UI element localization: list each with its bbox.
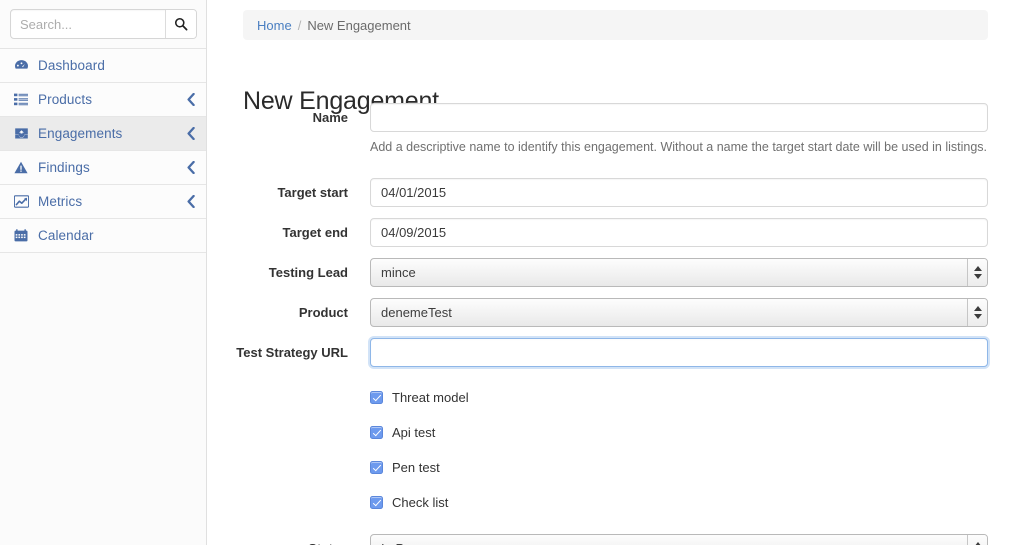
sidebar-item-findings[interactable]: Findings (0, 151, 206, 185)
inbox-icon (14, 127, 31, 140)
sidebar-search-area (0, 0, 206, 48)
testing-lead-select[interactable]: mince (370, 257, 988, 287)
form-row-product: Product denemeTest (207, 297, 1024, 327)
search-button[interactable] (164, 10, 196, 38)
search-input[interactable] (11, 10, 165, 38)
form-row-target-end: Target end (207, 217, 1024, 247)
checkbox-row-pen-test[interactable]: Pen test (370, 458, 988, 478)
sidebar: Dashboard Products (0, 0, 207, 545)
checkboxes-label-spacer (207, 388, 348, 395)
search-group[interactable] (10, 9, 197, 39)
target-start-label: Target start (277, 184, 348, 200)
dashboard-icon (14, 59, 31, 72)
threat-model-checkbox[interactable] (370, 391, 383, 405)
breadcrumb-separator: / (297, 17, 302, 33)
main-content: Home / New Engagement New Engagement Nam… (207, 0, 1024, 545)
calendar-icon (14, 229, 31, 242)
breadcrumb: Home / New Engagement (243, 10, 988, 40)
api-test-label[interactable]: Api test (392, 425, 435, 440)
target-end-input[interactable] (370, 217, 988, 247)
sidebar-item-label: Engagements (38, 126, 123, 141)
check-list-label[interactable]: Check list (392, 495, 448, 510)
name-help-text: Add a descriptive name to identify this … (370, 140, 988, 154)
target-start-input[interactable] (370, 177, 988, 207)
warning-icon (14, 161, 31, 174)
product-value: denemeTest (381, 304, 452, 320)
form-row-checkboxes: Threat model Api test Pen test Check lis… (207, 388, 1024, 513)
test-strategy-url-input[interactable] (370, 337, 988, 367)
sidebar-item-engagements[interactable]: Engagements (0, 117, 206, 151)
form-row-target-start: Target start (207, 177, 1024, 207)
form-row-name: Name Add a descriptive name to identify … (207, 103, 1024, 156)
sidebar-item-label: Metrics (38, 194, 83, 209)
target-end-label: Target end (282, 224, 349, 240)
product-select[interactable]: denemeTest (370, 297, 988, 327)
line-chart-icon (14, 195, 31, 208)
triangle-down-icon (973, 313, 982, 319)
list-icon (14, 93, 31, 106)
testing-lead-label: Testing Lead (268, 264, 348, 280)
checkbox-row-threat-model[interactable]: Threat model (370, 388, 988, 408)
checkbox-row-api-test[interactable]: Api test (370, 423, 988, 443)
breadcrumb-current: New Engagement (307, 17, 411, 33)
form-row-test-strategy-url: Test Strategy URL (207, 337, 1024, 367)
form-row-status: Status In Progress (207, 533, 1024, 545)
status-select[interactable]: In Progress (370, 533, 988, 545)
sidebar-item-products[interactable]: Products (0, 83, 206, 117)
checkbox-row-check-list[interactable]: Check list (370, 493, 988, 513)
breadcrumb-home-link[interactable]: Home (257, 18, 292, 33)
select-stepper-icon[interactable] (967, 258, 987, 286)
sidebar-item-metrics[interactable]: Metrics (0, 185, 206, 219)
new-engagement-form: Name Add a descriptive name to identify … (207, 103, 1024, 545)
sidebar-item-label: Dashboard (38, 58, 105, 73)
select-stepper-icon[interactable] (967, 298, 987, 326)
status-value: In Progress (371, 541, 967, 545)
api-test-checkbox[interactable] (370, 426, 383, 440)
sidebar-item-dashboard[interactable]: Dashboard (0, 49, 206, 83)
name-input[interactable] (370, 103, 988, 132)
status-label: Status (207, 534, 348, 545)
sidebar-item-label: Findings (38, 160, 90, 175)
triangle-down-icon (973, 273, 982, 279)
sidebar-item-calendar[interactable]: Calendar (0, 219, 206, 253)
select-stepper-icon[interactable] (967, 534, 987, 545)
triangle-up-icon (973, 305, 982, 311)
app-root: Dashboard Products (0, 0, 1024, 545)
triangle-up-icon (973, 265, 982, 271)
sidebar-item-label: Products (38, 92, 93, 107)
form-row-testing-lead: Testing Lead mince (207, 257, 1024, 287)
pen-test-checkbox[interactable] (370, 461, 383, 475)
chevron-left-icon[interactable] (187, 127, 195, 140)
name-label: Name (312, 110, 348, 125)
chevron-left-icon[interactable] (187, 93, 195, 106)
testing-lead-value: mince (381, 264, 416, 280)
check-list-checkbox[interactable] (370, 496, 383, 510)
search-icon (174, 17, 188, 31)
sidebar-nav: Dashboard Products Engagements Findings … (0, 48, 206, 253)
row-spacer (207, 156, 1024, 168)
chevron-left-icon[interactable] (187, 161, 195, 174)
test-strategy-url-label: Test Strategy URL (236, 344, 348, 360)
pen-test-label[interactable]: Pen test (392, 460, 440, 475)
product-label: Product (298, 304, 348, 320)
sidebar-item-label: Calendar (38, 228, 94, 243)
threat-model-label[interactable]: Threat model (392, 390, 469, 405)
chevron-left-icon[interactable] (187, 195, 195, 208)
